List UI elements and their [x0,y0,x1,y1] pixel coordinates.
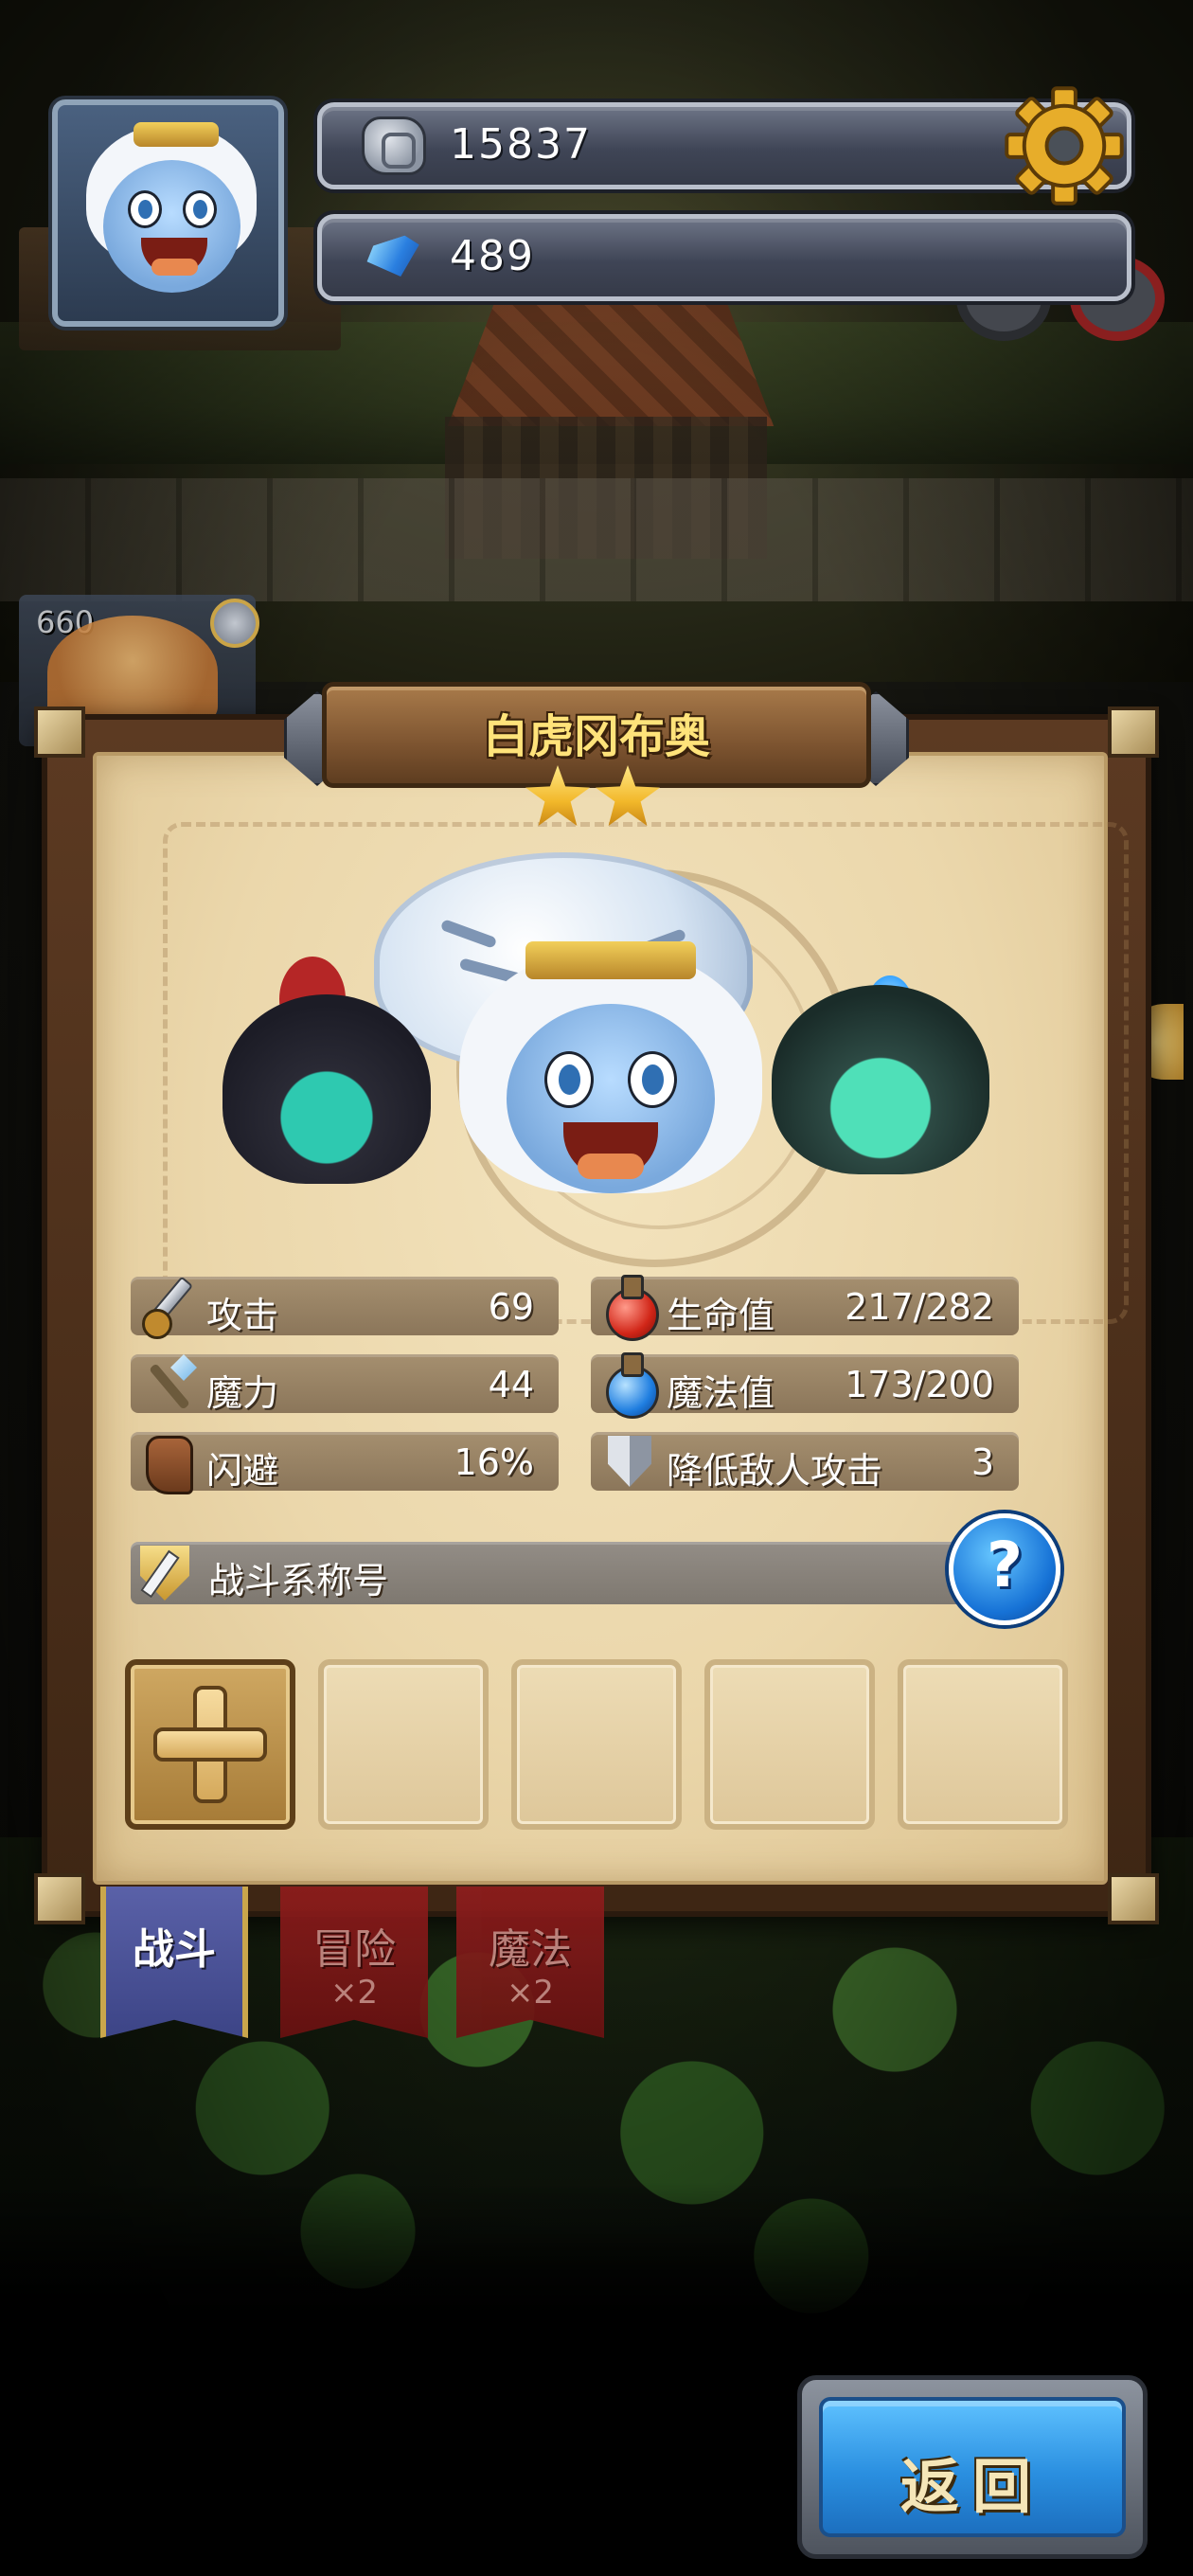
star-icon [525,765,590,826]
avatar-portrait [52,99,284,327]
tab-multiplier: ×2 [506,1974,555,2012]
stat-label: 降低敌人攻击 [667,1450,883,1492]
blue-potion-icon [596,1351,659,1419]
stat-hp: 生命值 217/282 [591,1275,1019,1341]
add-slot-button[interactable] [125,1659,295,1830]
tab-label: 冒险 [312,1925,396,1974]
panel-corner [1108,707,1159,758]
gear-icon [1005,86,1124,206]
hero-name: 白虎冈布奥 [482,710,710,763]
question-mark-icon: ? [986,1529,1024,1601]
boot-icon [136,1428,199,1494]
stat-value: 16% [454,1441,534,1483]
stat-mp: 魔法值 173/200 [591,1352,1019,1419]
rune-stone-icon [362,116,426,175]
stat-label: 闪避 [206,1450,279,1492]
stone-amount: 15837 [450,120,592,169]
red-potion-icon [596,1273,659,1341]
player-avatar[interactable] [19,28,341,350]
stat-value: 3 [970,1441,994,1483]
stat-label: 魔力 [206,1372,279,1414]
crown-icon [525,941,696,979]
tab-adventure[interactable]: 冒险 ×2 [280,1887,428,2038]
blue-gem-icon [362,232,432,289]
tab-label: 魔法 [489,1925,572,1974]
empty-slot[interactable] [704,1659,875,1830]
gem-resource-bar: 489 [317,214,1131,301]
stat-label: 攻击 [206,1295,279,1336]
gem-amount: 489 [450,232,535,280]
back-button[interactable]: 返回 [797,2375,1148,2559]
plus-icon [153,1727,267,1762]
help-button[interactable]: ? [943,1508,1066,1631]
stat-label: 生命值 [667,1295,775,1336]
hero-eye [544,1051,594,1108]
stat-magic: 魔力 44 [131,1354,559,1414]
magic-wand-icon [136,1351,199,1417]
shield-badge-icon [210,599,259,648]
tiger-stripe [439,919,498,949]
avatar-eye [183,190,217,228]
combat-title-label: 战斗系称号 [208,1560,389,1601]
dark-knight-figure [223,994,431,1184]
hero-eye [628,1051,677,1108]
settings-button[interactable] [1002,83,1127,208]
tab-multiplier: ×2 [329,1974,379,2012]
hero-illustration [185,833,1018,1250]
tab-magic[interactable]: 魔法 ×2 [456,1887,604,2038]
star-icon [596,765,660,826]
combat-title-bar[interactable]: 战斗系称号 [131,1542,1040,1604]
tab-label: 战斗 [133,1925,216,1974]
back-button-face: 返回 [819,2397,1126,2537]
stat-reduce-attack: 降低敌人攻击 3 [591,1432,1019,1492]
sword-icon [136,1273,199,1339]
stat-label: 魔法值 [667,1372,775,1414]
shield-icon [596,1428,659,1494]
dragon-knight-figure [772,985,989,1174]
title-badge-icon [133,1536,199,1606]
tab-combat[interactable]: 战斗 [100,1887,248,2038]
hero-star-rating [525,765,668,832]
equipment-slots [123,1659,1070,1830]
stat-value: 69 [488,1286,534,1328]
panel-corner [34,1873,85,1924]
panel-corner [1108,1873,1159,1924]
empty-slot[interactable] [318,1659,489,1830]
stat-value: 217/282 [845,1286,994,1328]
stat-value: 44 [488,1364,534,1405]
panel-corner [34,707,85,758]
stat-dodge: 闪避 16% [131,1432,559,1494]
crown-icon [134,122,219,147]
stat-value: 173/200 [845,1364,994,1405]
empty-slot[interactable] [898,1659,1068,1830]
white-tiger-gumball-figure [440,941,781,1241]
stat-attack: 攻击 69 [131,1277,559,1339]
back-button-label: 返回 [899,2452,1044,2521]
avatar-eye [128,190,162,228]
empty-slot[interactable] [511,1659,682,1830]
